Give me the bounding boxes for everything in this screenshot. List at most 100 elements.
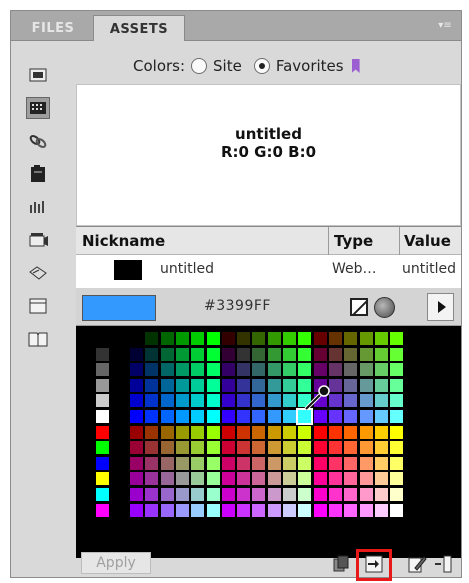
swatch-cell[interactable] — [359, 378, 373, 392]
swatch-cell[interactable] — [145, 410, 159, 424]
swatch-cell[interactable] — [344, 441, 358, 455]
swatch-cell[interactable] — [298, 332, 312, 345]
swatch-cell[interactable] — [237, 332, 251, 345]
swatch-cell[interactable] — [390, 488, 404, 502]
swatch-cell[interactable] — [267, 472, 281, 486]
scripts-icon[interactable] — [26, 262, 50, 284]
swatch-cell[interactable] — [96, 472, 109, 486]
swatch-cell[interactable] — [283, 410, 296, 424]
swatch-cell[interactable] — [359, 503, 373, 517]
swatch-cell[interactable] — [175, 363, 189, 377]
swatch-cell[interactable] — [221, 472, 235, 486]
panel-menu-icon[interactable]: ▾≡ — [437, 20, 453, 31]
swatch-cell[interactable] — [298, 363, 312, 377]
swatch-cell[interactable] — [160, 441, 174, 455]
swatch-cell[interactable] — [328, 456, 342, 470]
swatch-cell[interactable] — [96, 425, 109, 439]
swatch-cell[interactable] — [206, 378, 220, 392]
library-icon[interactable] — [26, 328, 50, 350]
swatch-cell[interactable] — [130, 410, 143, 424]
swatch-cell[interactable] — [237, 363, 251, 377]
swatch-cell[interactable] — [252, 488, 266, 502]
swatch-cell[interactable] — [96, 441, 109, 455]
site-label[interactable]: Site — [213, 57, 242, 75]
favorites-radio[interactable] — [253, 58, 270, 74]
swatch-cell[interactable] — [313, 456, 327, 470]
swatch-cell[interactable] — [359, 332, 373, 345]
swatch-cell[interactable] — [328, 347, 342, 361]
swatch-cell[interactable] — [283, 363, 296, 377]
swatch-cell[interactable] — [237, 378, 251, 392]
swatch-cell[interactable] — [145, 378, 159, 392]
swatch-cell[interactable] — [145, 347, 159, 361]
remove-from-favorites-icon[interactable] — [432, 553, 454, 575]
swatch-cell[interactable] — [390, 363, 404, 377]
swatch-cell[interactable] — [390, 503, 404, 517]
swatch-cell[interactable] — [206, 456, 220, 470]
swatch-cell[interactable] — [206, 363, 220, 377]
swatch-cell[interactable] — [221, 425, 235, 439]
swatch-cell[interactable] — [96, 503, 109, 517]
swatch-cell[interactable] — [175, 410, 189, 424]
swatch-cell[interactable] — [252, 456, 266, 470]
swatch-cell[interactable] — [267, 456, 281, 470]
table-row[interactable]: untitled Web… untitled — [76, 255, 461, 285]
swatch-cell[interactable] — [344, 410, 358, 424]
swatch-cell[interactable] — [175, 378, 189, 392]
favorites-label[interactable]: Favorites — [276, 57, 344, 75]
swatch-cell[interactable] — [283, 441, 296, 455]
swatch-cell[interactable] — [160, 394, 174, 408]
swatch-cell[interactable] — [359, 363, 373, 377]
swatch-cell[interactable] — [96, 410, 109, 424]
swatch-cell[interactable] — [175, 503, 189, 517]
swatch-cell[interactable] — [328, 472, 342, 486]
flash-icon[interactable] — [26, 163, 50, 185]
swatch-cell[interactable] — [283, 332, 296, 345]
swatch-cell[interactable] — [328, 488, 342, 502]
swatch-cell[interactable] — [267, 347, 281, 361]
swatch-cell[interactable] — [313, 347, 327, 361]
swatch-cell[interactable] — [130, 456, 143, 470]
swatch-cell[interactable] — [283, 394, 296, 408]
swatch-cell[interactable] — [206, 425, 220, 439]
swatch-cell[interactable] — [160, 488, 174, 502]
swatch-cell[interactable] — [237, 347, 251, 361]
swatch-cell[interactable] — [160, 410, 174, 424]
swatch-cell[interactable] — [390, 472, 404, 486]
swatch-cell[interactable] — [206, 488, 220, 502]
swatch-cell[interactable] — [298, 503, 312, 517]
swatch-cell[interactable] — [96, 456, 109, 470]
swatch-cell[interactable] — [206, 472, 220, 486]
swatch-cell[interactable] — [206, 503, 220, 517]
refresh-site-list-icon[interactable] — [331, 553, 353, 575]
col-nickname[interactable]: Nickname — [82, 232, 165, 250]
swatch-cell[interactable] — [175, 472, 189, 486]
swatch-cell[interactable] — [160, 332, 174, 345]
swatch-cell[interactable] — [191, 394, 205, 408]
apply-button[interactable]: Apply — [81, 552, 151, 574]
swatch-cell[interactable] — [175, 488, 189, 502]
swatch-cell[interactable] — [283, 488, 296, 502]
swatch-cell[interactable] — [328, 503, 342, 517]
swatch-cell[interactable] — [175, 456, 189, 470]
swatch-cell[interactable] — [267, 425, 281, 439]
swatch-cell[interactable] — [374, 378, 388, 392]
swatch-cell[interactable] — [390, 332, 404, 345]
swatch-cell[interactable] — [313, 332, 327, 345]
swatch-cell[interactable] — [374, 410, 388, 424]
swatch-cell[interactable] — [344, 425, 358, 439]
swatch-cell[interactable] — [130, 472, 143, 486]
swatch-cell[interactable] — [267, 363, 281, 377]
swatch-cell[interactable] — [96, 378, 109, 392]
swatch-cell[interactable] — [252, 472, 266, 486]
system-color-picker-icon[interactable] — [374, 297, 395, 318]
swatch-cell[interactable] — [374, 456, 388, 470]
swatch-cell[interactable] — [283, 503, 296, 517]
swatch-cell[interactable] — [96, 394, 109, 408]
swatch-cell[interactable] — [221, 503, 235, 517]
swatch-cell[interactable] — [328, 363, 342, 377]
swatch-cell[interactable] — [328, 332, 342, 345]
swatch-cell[interactable] — [145, 472, 159, 486]
swatch-cell[interactable] — [390, 378, 404, 392]
swatch-cell[interactable] — [237, 488, 251, 502]
